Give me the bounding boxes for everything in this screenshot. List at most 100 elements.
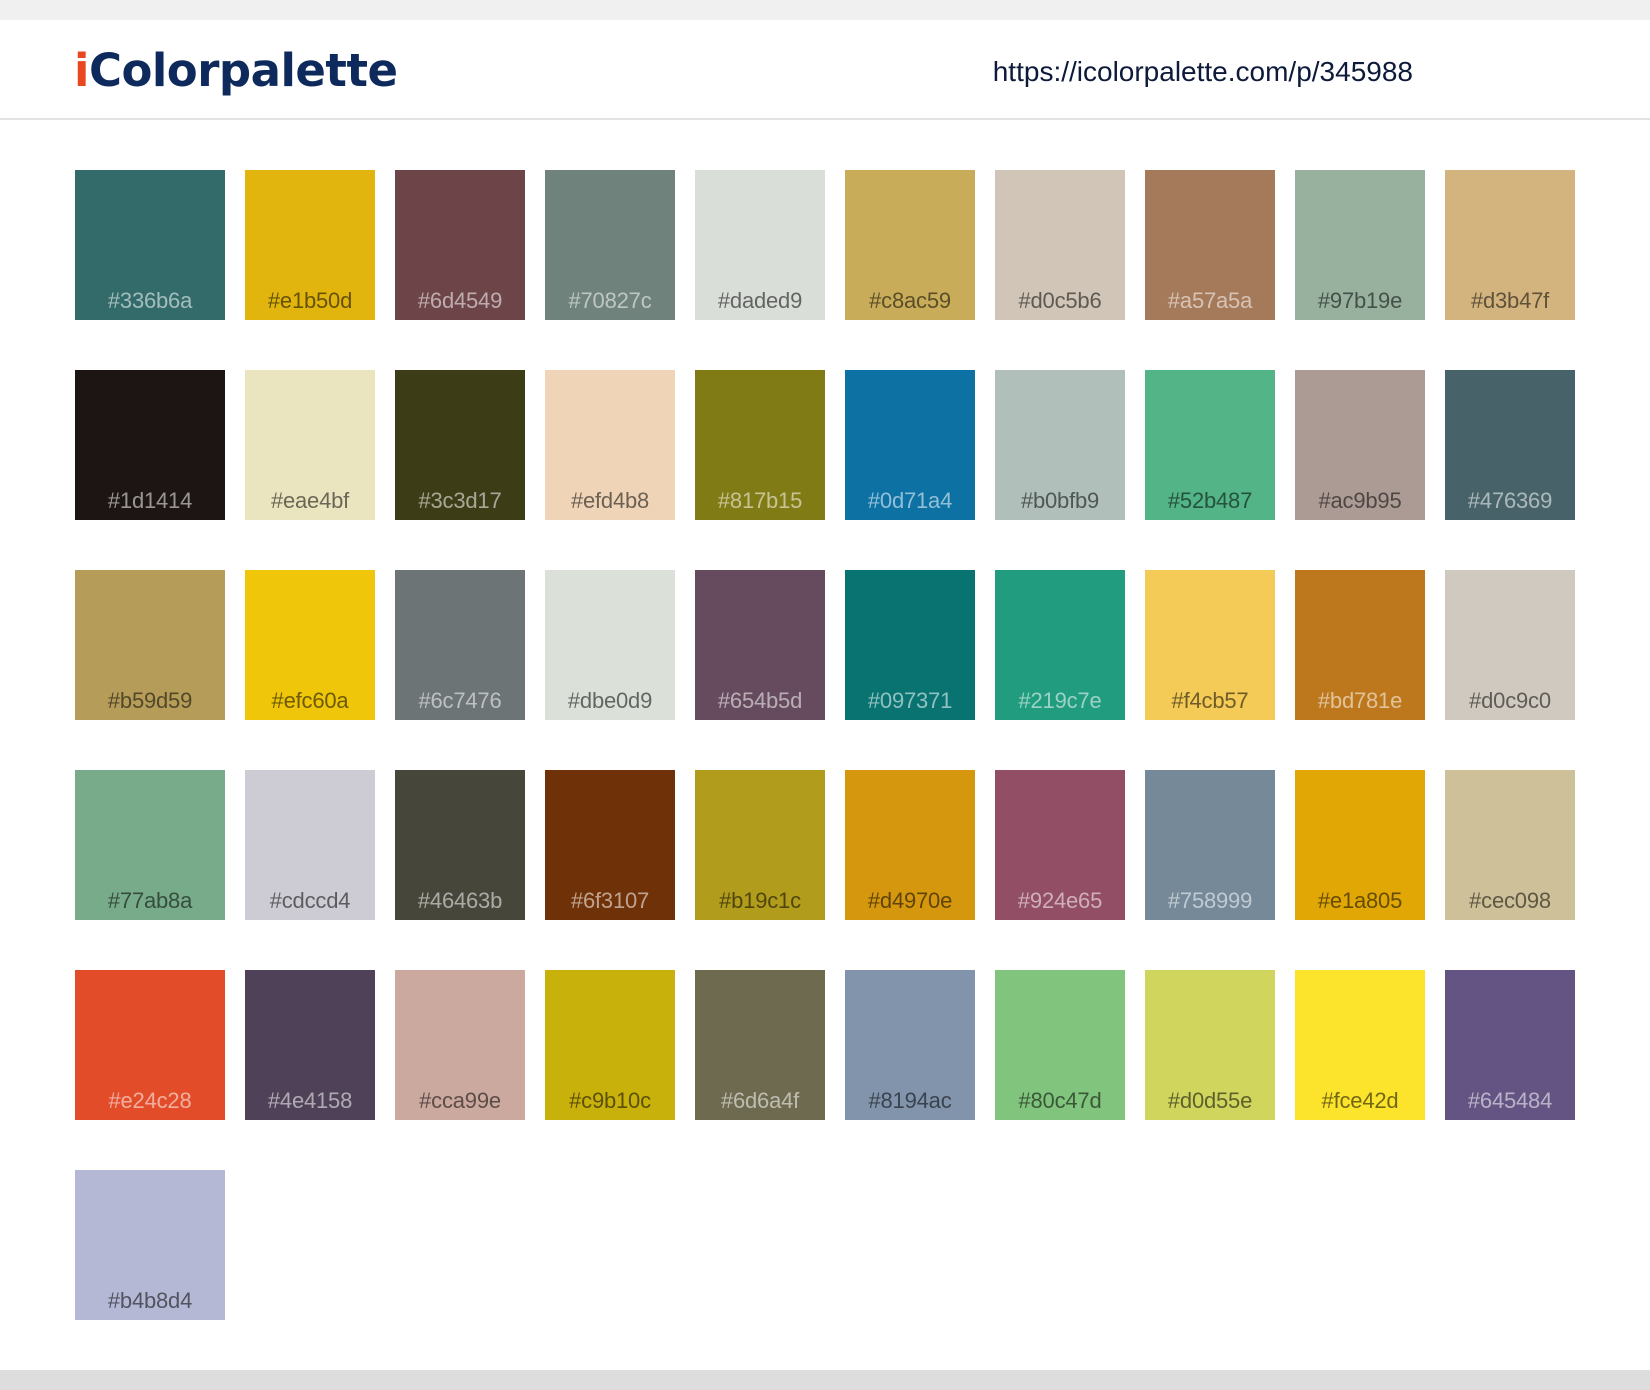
color-swatch[interactable]: #d4970e xyxy=(845,770,975,920)
swatch-hex-label: #46463b xyxy=(417,888,503,913)
color-swatch[interactable]: #3c3d17 xyxy=(395,370,525,520)
color-swatch[interactable]: #0d71a4 xyxy=(845,370,975,520)
color-swatch[interactable]: #645484 xyxy=(1445,970,1575,1120)
swatch-hex-label: #6f3107 xyxy=(570,888,650,913)
color-swatch[interactable]: #d0d55e xyxy=(1145,970,1275,1120)
color-swatch[interactable]: #cdccd4 xyxy=(245,770,375,920)
color-swatch[interactable]: #c9b10c xyxy=(545,970,675,1120)
swatch-hex-label: #3c3d17 xyxy=(418,488,502,513)
color-swatch[interactable]: #d3b47f xyxy=(1445,170,1575,320)
swatch-hex-label: #97b19e xyxy=(1317,288,1403,313)
color-swatch[interactable]: #654b5d xyxy=(695,570,825,720)
swatch-hex-label: #b19c1c xyxy=(719,888,801,913)
swatch-hex-label: #8194ac xyxy=(868,1088,952,1113)
color-swatch[interactable]: #d0c5b6 xyxy=(995,170,1125,320)
color-swatch[interactable]: #46463b xyxy=(395,770,525,920)
color-swatch[interactable]: #6d6a4f xyxy=(695,970,825,1120)
color-swatch[interactable]: #e1a805 xyxy=(1295,770,1425,920)
swatch-hex-label: #6d4549 xyxy=(417,288,503,313)
swatch-hex-label: #c9b10c xyxy=(569,1088,651,1113)
logo-i: i xyxy=(74,44,89,97)
swatch-hex-label: #e1b50d xyxy=(267,288,353,313)
swatch-hex-label: #d0d55e xyxy=(1167,1088,1253,1113)
header: iColorpalette https://icolorpalette.com/… xyxy=(0,20,1650,120)
color-swatch[interactable]: #bd781e xyxy=(1295,570,1425,720)
swatch-hex-label: #dbe0d9 xyxy=(567,688,653,713)
swatch-hex-label: #476369 xyxy=(1467,488,1553,513)
color-swatch[interactable]: #cec098 xyxy=(1445,770,1575,920)
color-swatch[interactable]: #f4cb57 xyxy=(1145,570,1275,720)
swatch-hex-label: #80c47d xyxy=(1018,1088,1102,1113)
color-swatch[interactable]: #dbe0d9 xyxy=(545,570,675,720)
color-swatch[interactable]: #6f3107 xyxy=(545,770,675,920)
swatch-hex-label: #219c7e xyxy=(1018,688,1102,713)
color-swatch[interactable]: #097371 xyxy=(845,570,975,720)
color-swatch[interactable]: #d0c9c0 xyxy=(1445,570,1575,720)
swatch-hex-label: #4e4158 xyxy=(267,1088,353,1113)
swatch-hex-label: #efc60a xyxy=(271,688,349,713)
swatch-hex-label: #1d1414 xyxy=(107,488,193,513)
color-swatch[interactable]: #e1b50d xyxy=(245,170,375,320)
color-swatch[interactable]: #daded9 xyxy=(695,170,825,320)
swatch-hex-label: #cec098 xyxy=(1469,888,1551,913)
swatch-hex-label: #cca99e xyxy=(419,1088,501,1113)
swatch-hex-label: #fce42d xyxy=(1321,1088,1399,1113)
swatch-hex-label: #77ab8a xyxy=(107,888,193,913)
color-swatch[interactable]: #b19c1c xyxy=(695,770,825,920)
swatch-hex-label: #e24c28 xyxy=(108,1088,192,1113)
swatch-hex-label: #cdccd4 xyxy=(269,888,351,913)
swatch-hex-label: #52b487 xyxy=(1167,488,1253,513)
color-swatch[interactable]: #c8ac59 xyxy=(845,170,975,320)
color-swatch[interactable]: #4e4158 xyxy=(245,970,375,1120)
color-swatch[interactable]: #77ab8a xyxy=(75,770,225,920)
site-logo[interactable]: iColorpalette xyxy=(74,48,398,93)
color-swatch[interactable]: #80c47d xyxy=(995,970,1125,1120)
swatch-hex-label: #70827c xyxy=(568,288,652,313)
swatch-hex-label: #e1a805 xyxy=(1317,888,1403,913)
swatch-hex-label: #d0c5b6 xyxy=(1018,288,1102,313)
swatch-hex-label: #758999 xyxy=(1167,888,1253,913)
color-swatch[interactable]: #fce42d xyxy=(1295,970,1425,1120)
swatch-hex-label: #0d71a4 xyxy=(867,488,953,513)
color-swatch[interactable]: #efd4b8 xyxy=(545,370,675,520)
swatch-hex-label: #bd781e xyxy=(1317,688,1403,713)
swatch-hex-label: #efd4b8 xyxy=(570,488,650,513)
swatch-hex-label: #a57a5a xyxy=(1167,288,1253,313)
swatch-hex-label: #b4b8d4 xyxy=(107,1288,193,1313)
color-swatch[interactable]: #b4b8d4 xyxy=(75,1170,225,1320)
swatch-hex-label: #b0bfb9 xyxy=(1020,488,1100,513)
swatch-hex-label: #817b15 xyxy=(717,488,803,513)
logo-text: Colorpalette xyxy=(88,44,398,97)
color-swatch[interactable]: #efc60a xyxy=(245,570,375,720)
color-swatch[interactable]: #817b15 xyxy=(695,370,825,520)
swatch-hex-label: #eae4bf xyxy=(270,488,350,513)
color-swatch[interactable]: #97b19e xyxy=(1295,170,1425,320)
color-swatch[interactable]: #336b6a xyxy=(75,170,225,320)
color-swatch[interactable]: #ac9b95 xyxy=(1295,370,1425,520)
swatch-hex-label: #d4970e xyxy=(867,888,953,913)
swatch-hex-label: #c8ac59 xyxy=(869,288,951,313)
color-swatch[interactable]: #70827c xyxy=(545,170,675,320)
swatch-hex-label: #654b5d xyxy=(717,688,803,713)
color-swatch[interactable]: #758999 xyxy=(1145,770,1275,920)
swatch-hex-label: #ac9b95 xyxy=(1318,488,1402,513)
color-swatch[interactable]: #6c7476 xyxy=(395,570,525,720)
color-swatch[interactable]: #219c7e xyxy=(995,570,1125,720)
color-swatch[interactable]: #52b487 xyxy=(1145,370,1275,520)
swatch-hex-label: #f4cb57 xyxy=(1171,688,1249,713)
swatch-hex-label: #645484 xyxy=(1467,1088,1553,1113)
swatch-hex-label: #6c7476 xyxy=(418,688,502,713)
color-swatch[interactable]: #cca99e xyxy=(395,970,525,1120)
color-swatch[interactable]: #b59d59 xyxy=(75,570,225,720)
color-swatch[interactable]: #a57a5a xyxy=(1145,170,1275,320)
color-swatch[interactable]: #e24c28 xyxy=(75,970,225,1120)
swatch-hex-label: #daded9 xyxy=(717,288,803,313)
color-swatch[interactable]: #476369 xyxy=(1445,370,1575,520)
color-swatch[interactable]: #1d1414 xyxy=(75,370,225,520)
color-swatch[interactable]: #eae4bf xyxy=(245,370,375,520)
color-swatch[interactable]: #8194ac xyxy=(845,970,975,1120)
color-swatch[interactable]: #6d4549 xyxy=(395,170,525,320)
color-swatch[interactable]: #b0bfb9 xyxy=(995,370,1125,520)
swatch-hex-label: #d0c9c0 xyxy=(1469,688,1551,713)
color-swatch[interactable]: #924e65 xyxy=(995,770,1125,920)
